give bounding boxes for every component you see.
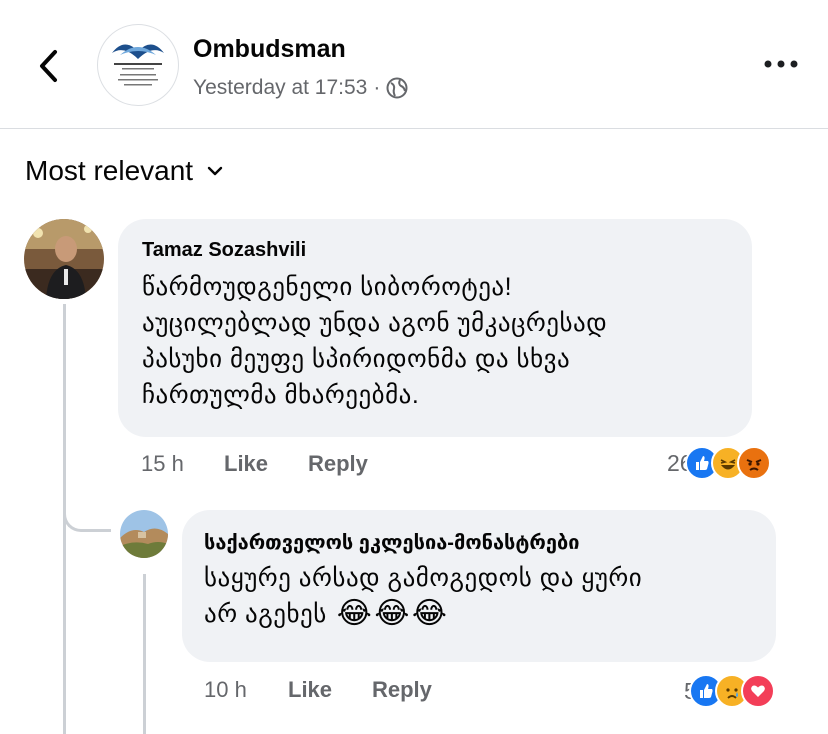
reply-reactions[interactable]: 5: [684, 674, 775, 708]
page-avatar[interactable]: [97, 24, 179, 106]
reply-author[interactable]: საქართველოს ეკლესია-მონასტრები: [204, 530, 580, 555]
comment-author[interactable]: Tamaz Sozashvili: [142, 239, 306, 262]
comment-bubble[interactable]: Tamaz Sozashvili წარმოუდგენელი სიბოროტეა…: [118, 219, 752, 437]
meta-separator: ·: [373, 76, 381, 99]
reply-actions: 10 h Like Reply: [204, 677, 432, 703]
laughing-emoji: 😂: [374, 597, 410, 630]
post-timestamp[interactable]: Yesterday at 17:53: [193, 76, 367, 100]
monastery-photo: [120, 510, 168, 558]
comment-actions: 15 h Like Reply: [141, 451, 368, 477]
comment-sort-dropdown[interactable]: Most relevant: [25, 155, 223, 187]
globe-icon: [386, 77, 408, 99]
comment-line: აუცილებლად უნდა აგონ უმკაცრესად: [142, 309, 608, 337]
love-reaction-icon: [740, 674, 775, 708]
laughing-emoji: 😂: [411, 597, 448, 630]
reply-line: არ აგეხეს: [204, 600, 327, 628]
back-button[interactable]: [28, 44, 68, 88]
angry-reaction-icon: [736, 446, 771, 480]
reply-bubble[interactable]: საქართველოს ეკლესია-მონასტრები საყურე არ…: [182, 510, 776, 662]
like-button[interactable]: Like: [288, 677, 372, 703]
comment-reactions[interactable]: 26: [667, 446, 771, 480]
reply-text: საყურე არსად გამოგედოს და ყური არ აგეხეს…: [204, 560, 764, 632]
chevron-left-icon: [40, 50, 57, 82]
reply-button[interactable]: Reply: [372, 677, 432, 703]
like-button[interactable]: Like: [224, 451, 308, 477]
chevron-down-icon: [207, 166, 223, 176]
post-meta: Yesterday at 17:53 ·: [193, 76, 408, 100]
laughing-emoji: 😂: [336, 597, 373, 630]
ombudsman-logo: [112, 44, 164, 86]
thread-line-reply: [143, 574, 146, 734]
comment-line: ჩართულმა მხარეებმა.: [142, 381, 420, 409]
reply-button[interactable]: Reply: [308, 451, 368, 477]
comment-line: წარმოუდგენელი სიბოროტეა!: [142, 273, 513, 301]
more-options-button[interactable]: [762, 52, 800, 76]
page-name[interactable]: Ombudsman: [193, 35, 346, 64]
reply-line: საყურე არსად გამოგედოს და ყური: [204, 564, 643, 592]
sort-label: Most relevant: [25, 155, 194, 186]
replier-avatar[interactable]: [120, 510, 168, 558]
comment-text: წარმოუდგენელი სიბოროტეა! აუცილებლად უნდა…: [142, 269, 742, 413]
reply-line-with-emoji: არ აგეხეს 😂 😂 😂: [204, 596, 764, 632]
post-header: Ombudsman Yesterday at 17:53 ·: [0, 0, 828, 129]
reply-time[interactable]: 10 h: [204, 677, 288, 703]
comment-line: პასუხი მეუფე სპირიდონმა და სხვა: [142, 345, 571, 373]
comment-time[interactable]: 15 h: [141, 451, 224, 477]
commenter-avatar[interactable]: [24, 219, 104, 299]
thread-line-connector: [63, 498, 111, 532]
profile-photo: [24, 219, 104, 299]
more-horizontal-icon: [764, 60, 798, 68]
